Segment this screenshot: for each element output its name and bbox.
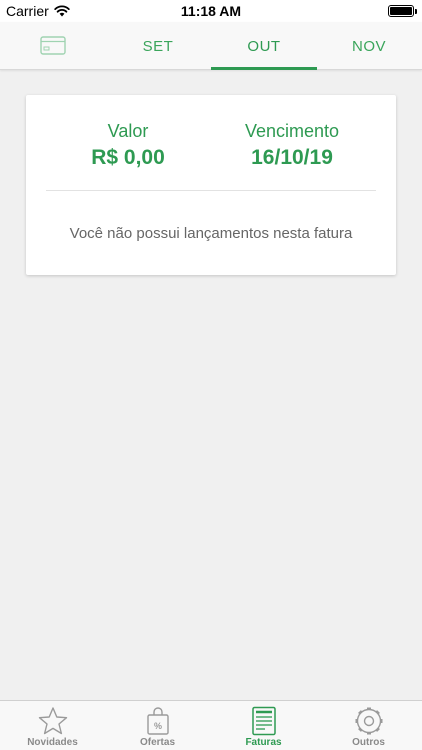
valor-label: Valor — [107, 121, 149, 141]
tab-novidades-label: Novidades — [27, 737, 78, 748]
invoice-icon — [251, 706, 277, 736]
credit-card-icon[interactable] — [40, 36, 66, 60]
tab-outros[interactable]: Outros — [316, 701, 421, 750]
tab-out[interactable]: OUT — [211, 22, 317, 70]
tab-novidades[interactable]: Novidades — [0, 701, 105, 750]
vencimento-column: Vencimento 16/10/19 — [232, 121, 352, 170]
bottom-tab-bar: Novidades % Ofertas Faturas Outros — [0, 700, 422, 750]
tab-ofertas[interactable]: % Ofertas — [105, 701, 210, 750]
tab-faturas-label: Faturas — [245, 737, 282, 748]
tab-ofertas-label: Ofertas — [139, 737, 175, 748]
star-icon — [37, 706, 69, 736]
tab-nov[interactable]: NOV — [316, 22, 422, 70]
status-time: 11:18 AM — [180, 3, 242, 19]
gear-icon — [353, 706, 385, 736]
valor-value: R$ 0,00 — [91, 146, 165, 169]
status-bar: Carrier 11:18 AM — [0, 0, 422, 22]
tab-set[interactable]: SET — [105, 22, 211, 70]
card-divider — [46, 190, 376, 191]
vencimento-label: Vencimento — [244, 121, 340, 141]
battery-icon — [388, 5, 417, 17]
month-tabs-bar: SET OUT NOV — [0, 22, 422, 70]
shopping-bag-icon: % — [146, 706, 170, 736]
valor-column: Valor R$ 0,00 — [78, 121, 178, 170]
tab-faturas[interactable]: Faturas — [211, 701, 316, 750]
vencimento-value: 16/10/19 — [251, 146, 333, 169]
invoice-summary-card: Valor R$ 0,00 Vencimento 16/10/19 Você n… — [26, 95, 396, 275]
svg-text:%: % — [153, 721, 161, 731]
tab-outros-label: Outros — [352, 737, 385, 748]
empty-message: Você não possui lançamentos nesta fatura — [69, 225, 353, 242]
